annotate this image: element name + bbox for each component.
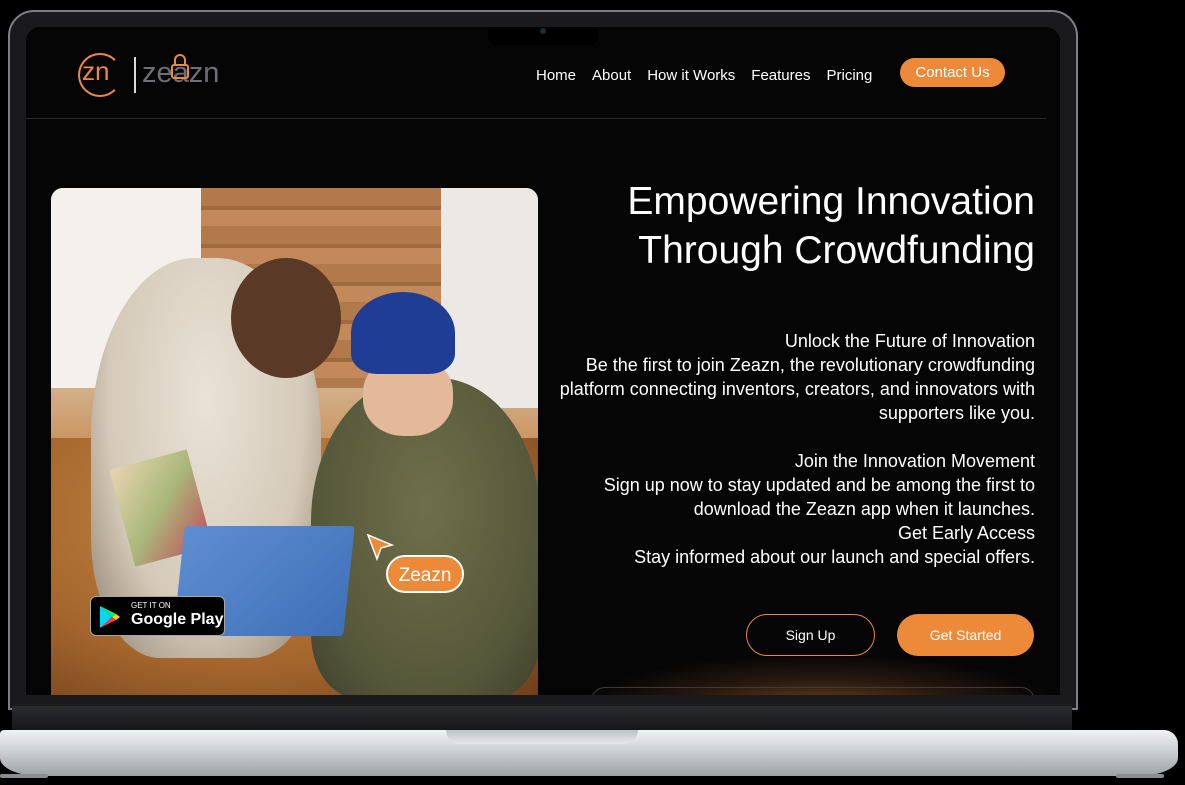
- get-started-button[interactable]: Get Started: [897, 614, 1034, 656]
- laptop-foot-right: [1116, 774, 1164, 778]
- laptop-screen: zn zeazn Home About How it Works Feature…: [26, 27, 1060, 695]
- hero-copy: Unlock the Future of Innovation Be the f…: [555, 329, 1035, 569]
- badge-caption: GET IT ON: [131, 601, 171, 610]
- logo-divider: [134, 57, 136, 93]
- nav-about[interactable]: About: [592, 67, 631, 84]
- google-play-icon: [100, 606, 120, 628]
- headline-line-1: Empowering Innovation: [627, 180, 1035, 223]
- copy-body-1: Be the first to join Zeazn, the revoluti…: [559, 355, 1035, 423]
- copy-spacer: [555, 425, 1035, 449]
- copy-heading-3: Get Early Access: [897, 523, 1035, 543]
- laptop-foot-left: [0, 774, 48, 778]
- nav-home[interactable]: Home: [536, 67, 576, 84]
- copy-body-2: Sign up now to stay updated and be among…: [603, 475, 1035, 519]
- copy-body-3: Stay informed about our launch and speci…: [634, 547, 1035, 567]
- laptop-groove: [446, 730, 638, 744]
- next-section-peek: [591, 687, 1035, 695]
- nav-pricing[interactable]: Pricing: [827, 67, 873, 84]
- laptop-hinge: [12, 706, 1072, 732]
- contact-us-button[interactable]: Contact Us: [900, 58, 1005, 87]
- hero-headline: Empowering Innovation Through Crowdfundi…: [555, 177, 1035, 275]
- photo-beanie: [351, 292, 455, 374]
- nav-divider: [26, 118, 1046, 119]
- nav-features[interactable]: Features: [751, 67, 810, 84]
- headline-line-2: Through Crowdfunding: [638, 229, 1035, 272]
- copy-heading-1: Unlock the Future of Innovation: [784, 331, 1035, 351]
- sign-up-button[interactable]: Sign Up: [746, 614, 875, 656]
- hero-photo: Zeazn GET IT ON Google Play: [51, 188, 538, 695]
- copy-heading-2: Join the Innovation Movement: [794, 451, 1035, 471]
- lock-icon: [171, 54, 189, 79]
- zeazn-tag: Zeazn: [386, 555, 464, 593]
- nav-how-it-works[interactable]: How it Works: [647, 67, 735, 84]
- logo-mark: zn: [82, 56, 110, 86]
- badge-title: Google Play: [131, 611, 224, 628]
- photo-window: [441, 188, 538, 408]
- cursor-icon: [366, 533, 395, 562]
- google-play-badge[interactable]: GET IT ON Google Play: [90, 596, 225, 636]
- laptop-base: [0, 730, 1178, 778]
- main-menu: Home About How it Works Features Pricing: [536, 67, 872, 84]
- brand-logo[interactable]: zn zeazn: [78, 53, 230, 101]
- photo-person-left-head: [231, 258, 341, 378]
- top-nav: zn zeazn Home About How it Works Feature…: [26, 27, 1060, 119]
